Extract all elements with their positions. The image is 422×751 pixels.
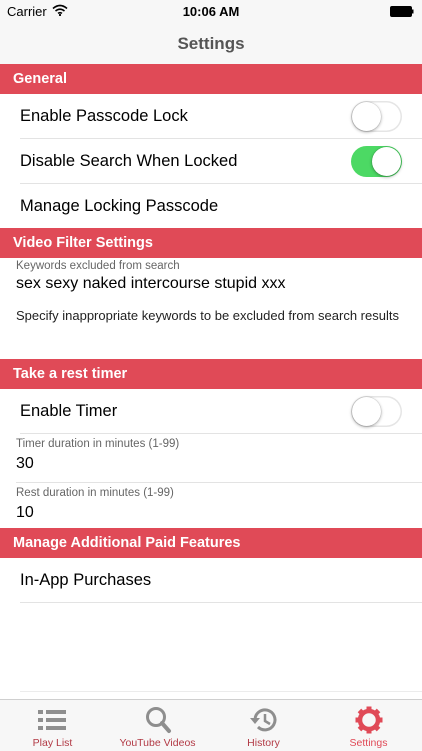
battery-icon	[390, 6, 414, 17]
history-icon	[250, 708, 277, 732]
section-header-general: General	[0, 64, 422, 94]
in-app-purchases-row[interactable]: In-App Purchases	[20, 558, 422, 603]
toggle-knob	[352, 397, 381, 426]
manage-passcode-label: Manage Locking Passcode	[20, 197, 219, 215]
settings-list: General Enable Passcode Lock Disable Sea…	[0, 64, 422, 692]
tab-settings[interactable]: Settings	[316, 700, 421, 751]
empty-row	[20, 603, 422, 692]
enable-timer-row: Enable Timer	[20, 389, 422, 434]
timer-duration-label: Timer duration in minutes (1-99)	[16, 438, 180, 450]
tab-label: Play List	[32, 737, 73, 749]
disable-search-label: Disable Search When Locked	[20, 152, 238, 170]
navigation-bar: Settings	[0, 24, 422, 64]
toggle-knob	[372, 147, 401, 176]
timer-duration-input[interactable]: 30	[16, 450, 422, 473]
passcode-lock-label: Enable Passcode Lock	[20, 107, 188, 125]
rest-duration-label: Rest duration in minutes (1-99)	[16, 487, 174, 499]
section-header-video-filter: Video Filter Settings	[0, 228, 422, 258]
page-title: Settings	[177, 34, 245, 53]
rest-duration-field: Rest duration in minutes (1-99) 10	[16, 483, 422, 528]
enable-timer-label: Enable Timer	[20, 402, 118, 420]
tab-history[interactable]: History	[211, 700, 316, 751]
status-bar: Carrier 10:06 AM	[0, 0, 422, 24]
list-icon	[38, 710, 66, 730]
passcode-lock-row: Enable Passcode Lock	[20, 94, 422, 139]
disable-search-toggle[interactable]	[351, 146, 402, 177]
disable-search-row: Disable Search When Locked	[20, 139, 422, 184]
manage-passcode-row[interactable]: Manage Locking Passcode	[20, 184, 422, 228]
tab-youtube-videos[interactable]: YouTube Videos	[105, 700, 210, 751]
rest-duration-input[interactable]: 10	[16, 499, 422, 522]
gear-icon	[355, 706, 383, 734]
tab-label: Settings	[349, 737, 388, 749]
tab-label: History	[247, 737, 280, 749]
keywords-note: Specify inappropriate keywords to be exc…	[16, 308, 399, 323]
toggle-knob	[352, 102, 381, 131]
search-icon	[146, 707, 171, 733]
keywords-input[interactable]: sex sexy naked intercourse stupid xxx	[0, 272, 422, 293]
enable-timer-toggle[interactable]	[351, 396, 402, 427]
keywords-label: Keywords excluded from search	[16, 260, 180, 272]
section-header-rest-timer: Take a rest timer	[0, 359, 422, 389]
section-header-paid: Manage Additional Paid Features	[0, 528, 422, 558]
keyword-filter-block: Keywords excluded from search sex sexy n…	[0, 258, 422, 336]
tab-bar: Play List YouTube Videos History Setting…	[0, 699, 422, 751]
tab-label: YouTube Videos	[119, 737, 196, 749]
in-app-purchases-label: In-App Purchases	[20, 571, 152, 589]
status-time: 10:06 AM	[182, 4, 240, 19]
tab-play-list[interactable]: Play List	[0, 700, 105, 751]
passcode-lock-toggle[interactable]	[351, 101, 402, 132]
timer-duration-field: Timer duration in minutes (1-99) 30	[16, 434, 422, 483]
